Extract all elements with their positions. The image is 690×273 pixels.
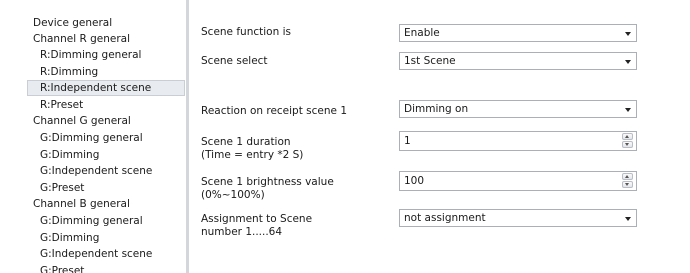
tree-item-b-independent-scene[interactable]: G:Independent scene: [40, 246, 152, 262]
tree-item-r-dimming-general[interactable]: R:Dimming general: [40, 47, 141, 63]
brightness-spinbox[interactable]: 100: [399, 171, 637, 191]
brightness-value: 100: [404, 175, 425, 187]
tree-item-channel-g-general[interactable]: Channel G general: [33, 113, 131, 129]
scene-select-value: 1st Scene: [404, 55, 456, 67]
tree-item-device-general[interactable]: Device general: [33, 15, 112, 31]
scene-function-select[interactable]: Enable: [399, 24, 637, 42]
tree-item-r-independent-scene[interactable]: R:Independent scene: [27, 80, 185, 96]
assignment-select[interactable]: not assignment: [399, 209, 637, 227]
spin-down-icon[interactable]: [622, 181, 633, 188]
chevron-down-icon: [625, 217, 631, 221]
spin-up-icon[interactable]: [622, 173, 633, 180]
chevron-down-icon: [625, 108, 631, 112]
assignment-label: Assignment to Scene number 1.....64: [201, 213, 312, 239]
assignment-label-line1: Assignment to Scene: [201, 213, 313, 225]
tree-item-b-dimming[interactable]: G:Dimming: [40, 230, 99, 246]
spin-down-icon[interactable]: [622, 141, 633, 148]
duration-spinbox[interactable]: 1: [399, 131, 637, 151]
duration-label-line2: (Time = entry *2 S): [201, 149, 304, 161]
scene-function-value: Enable: [404, 27, 440, 39]
duration-label-line1: Scene 1 duration: [201, 136, 291, 148]
tree-item-b-preset[interactable]: G:Preset: [40, 263, 84, 273]
parameter-tree: Device general Channel R general R:Dimmi…: [0, 0, 186, 273]
scene-function-label: Scene function is: [201, 26, 291, 38]
parameter-panel: Scene function is Enable Scene select 1s…: [189, 0, 690, 273]
tree-item-g-dimming-general[interactable]: G:Dimming general: [40, 130, 143, 146]
spin-up-icon[interactable]: [622, 133, 633, 140]
tree-item-g-dimming[interactable]: G:Dimming: [40, 147, 99, 163]
brightness-spin-buttons: [622, 173, 633, 189]
tree-item-channel-b-general[interactable]: Channel B general: [33, 196, 130, 212]
reaction-label: Reaction on receipt scene 1: [201, 105, 348, 117]
tree-item-r-preset[interactable]: R:Preset: [40, 97, 83, 113]
duration-label: Scene 1 duration (Time = entry *2 S): [201, 136, 303, 162]
scene-select-label: Scene select: [201, 55, 268, 67]
tree-item-channel-r-general[interactable]: Channel R general: [33, 31, 130, 47]
chevron-down-icon: [625, 32, 631, 36]
tree-item-r-dimming[interactable]: R:Dimming: [40, 64, 98, 80]
assignment-value: not assignment: [404, 212, 486, 224]
duration-spin-buttons: [622, 133, 633, 149]
tree-item-g-independent-scene[interactable]: G:Independent scene: [40, 163, 152, 179]
chevron-down-icon: [625, 60, 631, 64]
reaction-select[interactable]: Dimming on: [399, 100, 637, 118]
assignment-label-line2: number 1.....64: [201, 226, 283, 238]
tree-item-b-dimming-general[interactable]: G:Dimming general: [40, 213, 143, 229]
reaction-value: Dimming on: [404, 103, 469, 115]
brightness-label-line1: Scene 1 brightness value: [201, 176, 334, 188]
duration-value: 1: [404, 135, 411, 147]
brightness-label: Scene 1 brightness value (0%~100%): [201, 176, 334, 202]
scene-select-select[interactable]: 1st Scene: [399, 52, 637, 70]
brightness-label-line2: (0%~100%): [201, 189, 265, 201]
tree-item-g-preset[interactable]: G:Preset: [40, 180, 84, 196]
